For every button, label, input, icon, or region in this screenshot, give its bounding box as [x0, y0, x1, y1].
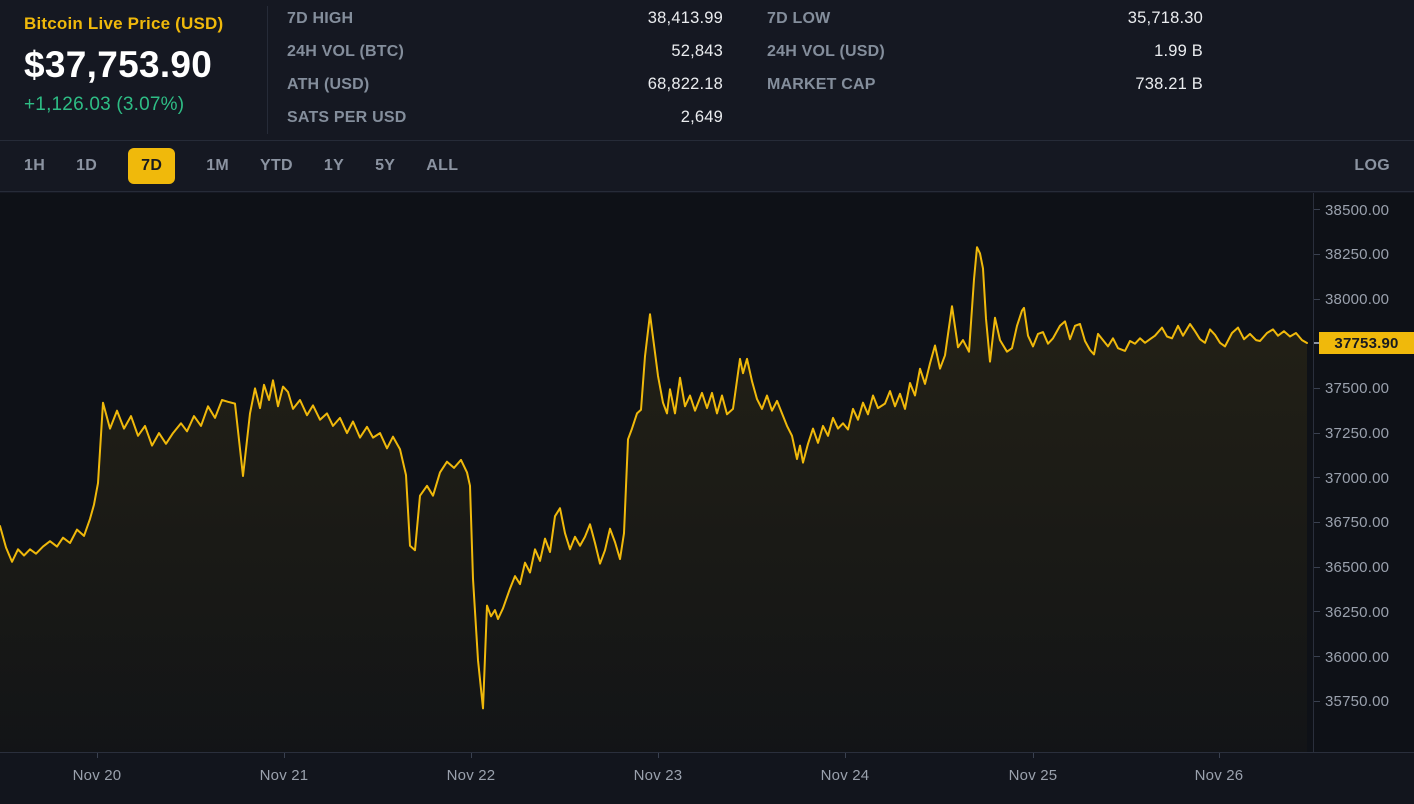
page-title: Bitcoin Live Price (USD) — [24, 14, 254, 34]
tab-ytd[interactable]: YTD — [260, 157, 293, 175]
header: Bitcoin Live Price (USD) $37,753.90 +1,1… — [0, 0, 1414, 141]
x-tick — [97, 753, 98, 758]
range-tabbar: 1H 1D 7D 1M YTD 1Y 5Y ALL LOG — [0, 141, 1414, 192]
price-chart-svg — [0, 193, 1313, 752]
y-tick-label: 37250.00 — [1325, 425, 1389, 442]
stat-value: 1.99 B — [1154, 42, 1203, 61]
y-tick-label: 37500.00 — [1325, 380, 1389, 397]
x-tick — [1033, 753, 1034, 758]
y-tick-label: 37000.00 — [1325, 470, 1389, 487]
stat-label: MARKET CAP — [767, 76, 876, 94]
y-tick — [1314, 477, 1320, 478]
y-tick-label: 36000.00 — [1325, 649, 1389, 666]
y-tick — [1314, 254, 1320, 255]
y-tick-label: 38000.00 — [1325, 291, 1389, 308]
stat-value: 2,649 — [681, 108, 723, 127]
tab-1y[interactable]: 1Y — [324, 157, 344, 175]
stat-row: SATS PER USD 2,649 — [287, 101, 723, 134]
stat-row: MARKET CAP 738.21 B — [767, 68, 1203, 101]
y-tick-label: 36750.00 — [1325, 514, 1389, 531]
y-tick-label: 38500.00 — [1325, 202, 1389, 219]
chart-area: 37753.90 38500.00 38250.00 38000.00 37500.0… — [0, 193, 1414, 752]
bitcoin-price-widget: Bitcoin Live Price (USD) $37,753.90 +1,1… — [0, 0, 1414, 804]
price-chart-plot[interactable] — [0, 193, 1314, 752]
current-price-badge: 37753.90 — [1319, 332, 1414, 354]
y-tick — [1314, 522, 1320, 523]
y-tick — [1314, 656, 1320, 657]
y-tick-label: 38250.00 — [1325, 246, 1389, 263]
stat-row: 7D HIGH 38,413.99 — [287, 2, 723, 35]
x-tick-label: Nov 22 — [431, 767, 511, 784]
y-tick-label: 36250.00 — [1325, 604, 1389, 621]
price-axis[interactable]: 37753.90 38500.00 38250.00 38000.00 37500.0… — [1314, 193, 1414, 752]
stat-label: SATS PER USD — [287, 109, 406, 127]
y-tick — [1314, 388, 1320, 389]
x-tick-label: Nov 25 — [993, 767, 1073, 784]
stat-row: 24H VOL (BTC) 52,843 — [287, 35, 723, 68]
y-tick — [1314, 611, 1320, 612]
stat-value: 35,718.30 — [1128, 9, 1203, 28]
y-tick — [1314, 209, 1320, 210]
y-tick — [1314, 701, 1320, 702]
tab-1m[interactable]: 1M — [206, 157, 229, 175]
stat-row: 24H VOL (USD) 1.99 B — [767, 35, 1203, 68]
price-area — [0, 247, 1307, 752]
x-tick — [658, 753, 659, 758]
y-tick-label: 35750.00 — [1325, 693, 1389, 710]
tab-7d[interactable]: 7D — [128, 148, 175, 184]
stat-label: 7D HIGH — [287, 10, 353, 28]
header-divider — [267, 6, 268, 134]
stat-value: 38,413.99 — [648, 9, 723, 28]
stat-row: 7D LOW 35,718.30 — [767, 2, 1203, 35]
stat-value: 52,843 — [671, 42, 723, 61]
x-tick — [845, 753, 846, 758]
x-tick-label: Nov 20 — [57, 767, 137, 784]
stats-column-2: 7D LOW 35,718.30 24H VOL (USD) 1.99 B MARKET… — [767, 2, 1203, 101]
price-change: +1,126.03 (3.07%) — [24, 94, 254, 116]
price-block: Bitcoin Live Price (USD) $37,753.90 +1,1… — [24, 14, 254, 116]
tab-all[interactable]: ALL — [426, 157, 458, 175]
y-tick — [1314, 567, 1320, 568]
x-tick — [1219, 753, 1220, 758]
range-tabs: 1H 1D 7D 1M YTD 1Y 5Y ALL — [24, 148, 1354, 184]
stats-column-1: 7D HIGH 38,413.99 24H VOL (BTC) 52,843 ATH (… — [287, 2, 723, 134]
x-tick-label: Nov 24 — [805, 767, 885, 784]
x-tick — [471, 753, 472, 758]
tab-1h[interactable]: 1H — [24, 157, 45, 175]
stat-label: 24H VOL (USD) — [767, 43, 885, 61]
log-scale-button[interactable]: LOG — [1354, 157, 1390, 175]
x-tick-label: Nov 23 — [618, 767, 698, 784]
x-tick — [284, 753, 285, 758]
y-tick — [1314, 433, 1320, 434]
stat-label: ATH (USD) — [287, 76, 369, 94]
stat-value: 738.21 B — [1135, 75, 1203, 94]
x-tick-label: Nov 26 — [1179, 767, 1259, 784]
date-axis[interactable]: Nov 20 Nov 21 Nov 22 Nov 23 Nov 24 Nov 25 Nov … — [0, 752, 1414, 804]
stat-row: ATH (USD) 68,822.18 — [287, 68, 723, 101]
stat-value: 68,822.18 — [648, 75, 723, 94]
stat-label: 7D LOW — [767, 10, 830, 28]
tab-1d[interactable]: 1D — [76, 157, 97, 175]
stat-label: 24H VOL (BTC) — [287, 43, 404, 61]
y-tick — [1314, 299, 1320, 300]
x-tick-label: Nov 21 — [244, 767, 324, 784]
tab-5y[interactable]: 5Y — [375, 157, 395, 175]
y-tick-label: 36500.00 — [1325, 559, 1389, 576]
live-price: $37,753.90 — [24, 44, 254, 86]
